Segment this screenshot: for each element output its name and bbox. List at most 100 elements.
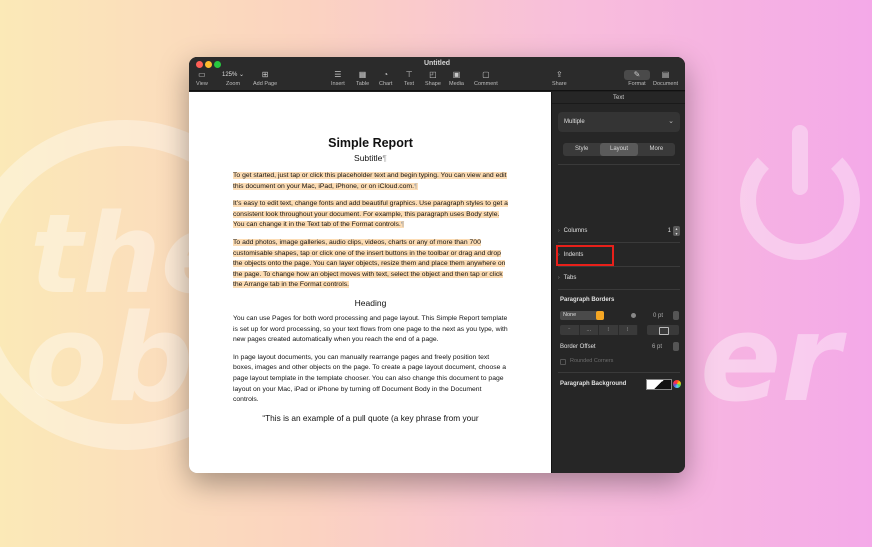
tab-layout[interactable]: Layout (600, 143, 638, 156)
insert-icon: ☰ (334, 70, 342, 79)
columns-label: Columns (563, 228, 588, 234)
paragraph-background-color-well[interactable] (646, 379, 672, 390)
border-offset-value[interactable]: 6 pt (652, 344, 662, 350)
add-page-button[interactable]: ⊞ Add Page (253, 70, 277, 87)
border-width-value[interactable]: 0 pt (653, 313, 663, 319)
document-icon: ▤ (661, 70, 670, 79)
divider (558, 242, 680, 243)
border-box-button[interactable] (647, 325, 679, 335)
border-middle-button[interactable]: … (580, 325, 599, 335)
watermark-power-line (792, 125, 808, 195)
border-offset-label: Border Offset (560, 344, 596, 350)
share-button[interactable]: ⇪ Share (552, 70, 567, 87)
format-label: Format (628, 81, 646, 87)
text-inspector-tabs: Style Layout More (563, 143, 675, 156)
paragraph-background-label: Paragraph Background (560, 381, 627, 387)
media-icon: ▣ (452, 70, 461, 79)
document-page[interactable]: Simple Report Subtitle¶ To get started, … (189, 92, 551, 473)
annotation-highlight-box (556, 245, 614, 266)
comment-icon: ▢ (482, 70, 490, 79)
table-label: Table (356, 81, 370, 87)
border-bottom-button[interactable]: ⁞ (619, 325, 638, 335)
zoom-button[interactable]: 125% ⌄ Zoom (222, 70, 244, 87)
view-button[interactable]: ▭ View (196, 70, 208, 87)
sidebar-icon: ▭ (198, 70, 206, 79)
paragraph-style-select[interactable]: Multiple ⌄ (558, 112, 680, 132)
pages-window: Untitled ▭ View 125% ⌄ Zoom ⊞ Add Page ☰… (189, 57, 685, 473)
columns-value[interactable]: 1 (668, 228, 671, 234)
format-inspector: Text Multiple ⌄ Style Layout More › Colum… (551, 92, 685, 473)
border-top-button[interactable]: ⁻ (560, 325, 580, 335)
text-label: Text (404, 81, 415, 87)
border-side-button[interactable]: ⁞ (599, 325, 619, 335)
columns-row[interactable]: › Columns 1 ▴ ▾ (558, 226, 680, 236)
dropdown-arrow-icon (596, 311, 604, 320)
table-icon: ▦ (358, 70, 367, 79)
comment-label: Comment (474, 81, 498, 87)
format-button[interactable]: ✎ Format (624, 70, 650, 87)
rounded-corners-checkbox[interactable] (560, 359, 566, 365)
border-offset-stepper[interactable] (673, 342, 679, 351)
shape-icon: ◰ (429, 70, 437, 79)
watermark-logo-ob: ob (25, 290, 194, 429)
comment-button[interactable]: ▢ Comment (474, 70, 498, 87)
document-title[interactable]: Simple Report (233, 136, 508, 150)
tab-style[interactable]: Style (563, 143, 600, 156)
document-heading[interactable]: Heading (233, 298, 508, 308)
document-canvas[interactable]: Simple Report Subtitle¶ To get started, … (189, 92, 551, 473)
tab-more[interactable]: More (638, 143, 675, 156)
media-button[interactable]: ▣ Media (449, 70, 464, 87)
document-button[interactable]: ▤ Document (653, 70, 678, 87)
document-label: Document (653, 81, 679, 87)
share-icon: ⇪ (555, 70, 563, 79)
body-paragraph-4[interactable]: You can use Pages for both word processi… (233, 314, 508, 346)
disclosure-icon: › (558, 275, 560, 281)
border-width-stepper[interactable] (673, 311, 679, 320)
insert-button[interactable]: ☰ Insert (331, 70, 345, 87)
shape-label: Shape (425, 81, 441, 87)
body-paragraph-3[interactable]: To add photos, image galleries, audio cl… (233, 238, 508, 291)
insert-label: Insert (331, 81, 345, 87)
media-label: Media (449, 81, 464, 87)
share-label: Share (552, 81, 567, 87)
chevron-down-icon: ⌄ (668, 118, 674, 125)
paragraph-borders-label: Paragraph Borders (560, 297, 615, 303)
zoom-value: 125% ⌄ (222, 72, 245, 78)
chart-label: Chart (379, 81, 393, 87)
document-body[interactable]: Simple Report Subtitle¶ To get started, … (233, 136, 508, 423)
document-subtitle[interactable]: Subtitle¶ (233, 153, 508, 163)
pull-quote[interactable]: “This is an example of a pull quote (a k… (233, 413, 508, 423)
body-paragraph-2[interactable]: It’s easy to edit text, change fonts and… (233, 199, 508, 231)
chart-button[interactable]: ◔ Chart (379, 70, 392, 87)
titlebar: Untitled ▭ View 125% ⌄ Zoom ⊞ Add Page ☰… (189, 57, 685, 91)
columns-stepper[interactable]: ▴ ▾ (673, 226, 680, 236)
color-wheel-icon[interactable] (673, 380, 681, 388)
divider (558, 164, 680, 165)
inspector-header: Text (552, 92, 685, 104)
divider (558, 289, 680, 290)
watermark-logo-er: er (700, 290, 841, 429)
border-style-value: None (563, 312, 577, 318)
paintbrush-icon: ✎ (624, 70, 650, 80)
border-color-well[interactable] (631, 313, 636, 318)
divider (558, 266, 680, 267)
chart-icon: ◔ (383, 70, 389, 79)
text-button[interactable]: ⊤ Text (404, 70, 414, 87)
border-style-select[interactable]: None (560, 311, 604, 320)
rounded-corners-label: Rounded Corners (570, 358, 614, 364)
add-page-icon: ⊞ (261, 70, 269, 79)
body-paragraph-1[interactable]: To get started, just tap or click this p… (233, 171, 508, 192)
shape-button[interactable]: ◰ Shape (425, 70, 441, 87)
add-page-label: Add Page (253, 81, 278, 87)
paragraph-style-value: Multiple (564, 119, 585, 125)
view-label: View (196, 81, 208, 87)
tabs-label: Tabs (563, 275, 577, 281)
divider (558, 372, 680, 373)
disclosure-icon: › (558, 228, 560, 234)
border-position-buttons: ⁻ … ⁞ ⁞ (560, 325, 638, 335)
tabs-row[interactable]: › Tabs (558, 275, 680, 281)
table-button[interactable]: ▦ Table (356, 70, 369, 87)
window-title: Untitled (423, 60, 451, 67)
text-box-icon: ⊤ (405, 70, 413, 79)
body-paragraph-5[interactable]: In page layout documents, you can manual… (233, 353, 508, 406)
